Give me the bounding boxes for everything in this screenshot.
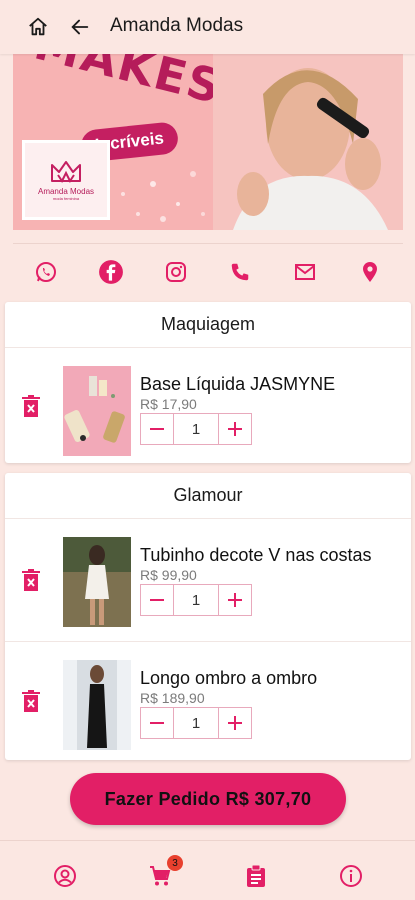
product-name: Longo ombro a ombro <box>140 668 318 688</box>
crown-icon <box>51 161 81 183</box>
plus-icon <box>228 422 242 436</box>
minus-icon <box>150 599 164 601</box>
product-name: Base Líquida JASMYNE <box>140 374 336 394</box>
instagram-icon[interactable] <box>163 259 189 285</box>
increase-button[interactable] <box>219 708 251 738</box>
decrease-button[interactable] <box>141 414 173 444</box>
product-image <box>63 537 131 627</box>
decrease-button[interactable] <box>141 585 173 615</box>
product-price: R$ 189,90 <box>140 690 205 706</box>
delete-icon[interactable] <box>21 689 41 713</box>
cart-item: Longo ombro a ombro R$ 189,90 1 <box>5 642 411 760</box>
product-price: R$ 17,90 <box>140 396 197 412</box>
category-title: Glamour <box>5 473 411 519</box>
quantity-value[interactable]: 1 <box>173 414 219 444</box>
back-arrow-icon[interactable] <box>68 15 92 39</box>
decrease-button[interactable] <box>141 708 173 738</box>
phone-icon[interactable] <box>227 259 253 285</box>
store-logo: Amanda Modas moda feminina <box>22 140 110 220</box>
cart-icon[interactable]: 3 <box>147 855 183 889</box>
category-card-glamour: Glamour Tubinho decote V nas costas R$ 9… <box>5 473 411 760</box>
location-icon[interactable] <box>357 259 383 285</box>
model-photo <box>213 54 403 230</box>
plus-icon <box>228 716 242 730</box>
minus-icon <box>150 428 164 430</box>
increase-button[interactable] <box>219 414 251 444</box>
minus-icon <box>150 722 164 724</box>
logo-text: Amanda Modas <box>37 187 95 196</box>
whatsapp-icon[interactable] <box>33 259 59 285</box>
email-icon[interactable] <box>292 259 318 285</box>
cart-count-badge: 3 <box>167 855 183 871</box>
social-links <box>13 243 403 299</box>
quantity-stepper: 1 <box>140 584 252 616</box>
delete-icon[interactable] <box>21 568 41 592</box>
info-icon[interactable] <box>338 863 364 889</box>
place-order-button[interactable]: Fazer Pedido R$ 307,70 <box>70 773 346 825</box>
category-card-maquiagem: Maquiagem Base Líquida JASMYNE R$ 17,90 … <box>5 302 411 463</box>
bottom-navigation: 3 <box>0 840 415 900</box>
app-bar: Amanda Modas <box>0 0 415 54</box>
app-title: Amanda Modas <box>110 15 244 36</box>
home-icon[interactable] <box>26 15 50 39</box>
orders-icon[interactable] <box>243 863 269 889</box>
increase-button[interactable] <box>219 585 251 615</box>
quantity-value[interactable]: 1 <box>173 708 219 738</box>
delete-icon[interactable] <box>21 394 41 418</box>
facebook-icon[interactable] <box>98 259 124 285</box>
product-image <box>63 660 131 750</box>
quantity-stepper: 1 <box>140 413 252 445</box>
quantity-value[interactable]: 1 <box>173 585 219 615</box>
product-image <box>63 366 131 456</box>
logo-subtext: moda feminina <box>52 196 80 201</box>
category-title: Maquiagem <box>5 302 411 348</box>
account-icon[interactable] <box>52 863 78 889</box>
cart-item: Tubinho decote V nas costas R$ 99,90 1 <box>5 519 411 642</box>
plus-icon <box>228 593 242 607</box>
product-name: Tubinho decote V nas costas <box>140 545 372 565</box>
product-price: R$ 99,90 <box>140 567 197 583</box>
quantity-stepper: 1 <box>140 707 252 739</box>
store-banner: MAKES Incríveis Amanda Modas moda femini… <box>13 54 403 230</box>
cart-item: Base Líquida JASMYNE R$ 17,90 1 <box>5 348 411 463</box>
